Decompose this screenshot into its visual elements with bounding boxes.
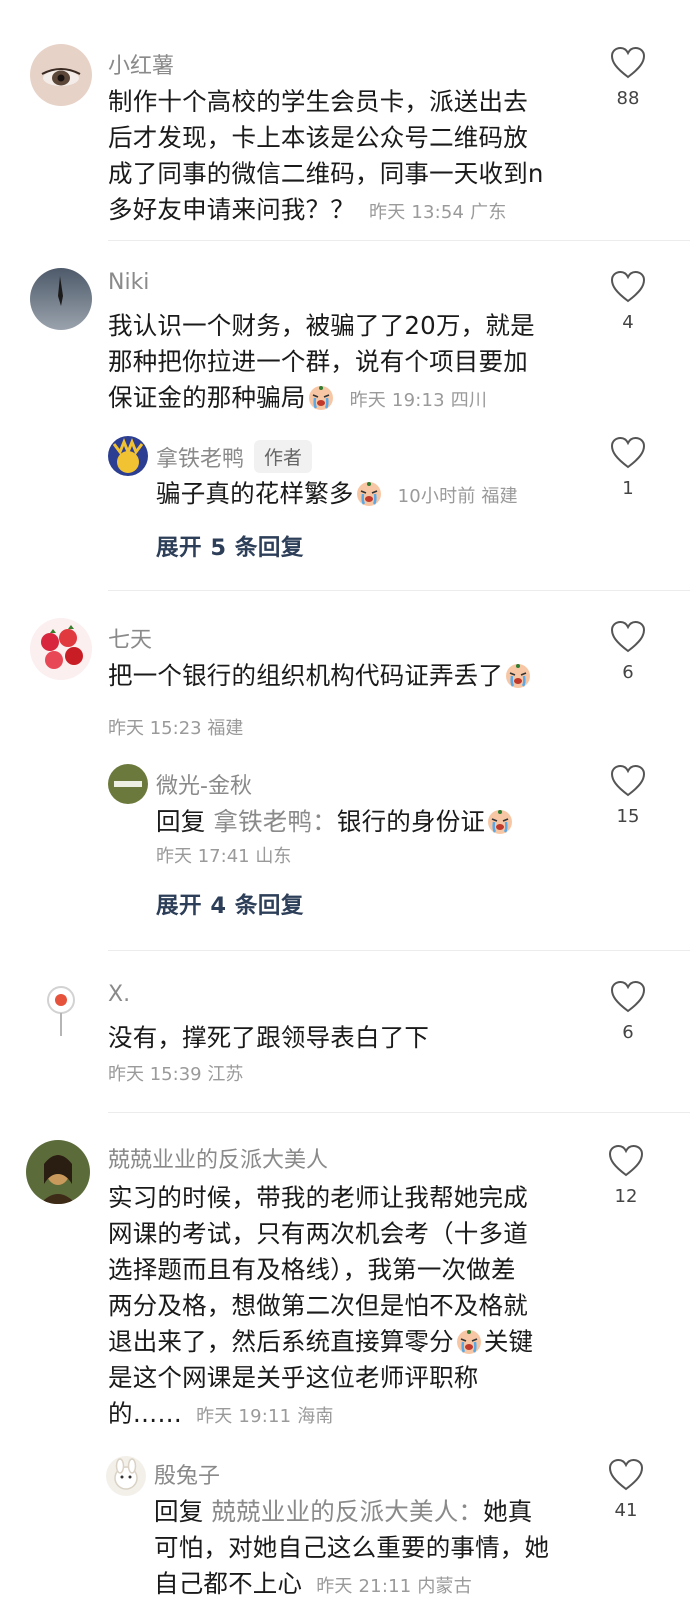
reply-avatar[interactable] [108,436,148,476]
comment-meta: 昨天 15:23 福建 [108,718,244,739]
like-count: 1 [622,478,634,499]
crying-face-icon [488,810,513,834]
reply-username[interactable]: 殷兔子 [154,1458,220,1490]
divider [108,240,690,241]
heart-outline-icon [610,764,646,797]
heart-outline-icon [610,980,646,1013]
divider [108,1112,690,1113]
comment-meta: 昨天 13:54 广东 [369,202,507,223]
reply-target[interactable]: 兢兢业业的反派大美人： [211,1497,483,1526]
crying-face-icon [356,482,381,506]
avatar[interactable] [30,268,92,330]
like-count: 41 [614,1500,638,1521]
like-button[interactable]: 15 [598,764,658,827]
reply-text: 回复 拿铁老鸭：银行的身份证 [156,804,515,840]
like-count: 15 [616,806,640,827]
comment-text: 没有，撑死了跟领导表白了下 [108,1023,430,1052]
comment-text: 把一个银行的组织机构代码证弄丢了 [108,658,533,694]
reply-avatar[interactable] [108,764,148,804]
like-button[interactable]: 6 [598,620,658,683]
crying-face-icon [308,386,333,410]
username[interactable]: Niki [108,270,149,295]
username[interactable]: 七天 [108,622,152,654]
like-button[interactable]: 4 [598,270,658,333]
author-badge: 作者 [254,440,313,473]
like-count: 6 [622,662,634,683]
expand-replies-button[interactable]: 展开 5 条回复 [156,530,304,562]
reply-text: 骗子真的花样繁多 10小时前 福建 [156,479,518,508]
reply-target[interactable]: 拿铁老鸭： [213,807,337,836]
heart-outline-icon [608,1458,644,1491]
username[interactable]: 小红薯 [108,48,174,80]
heart-outline-icon [610,436,646,469]
like-button[interactable]: 1 [598,436,658,499]
avatar[interactable] [26,1140,90,1204]
like-button[interactable]: 88 [598,46,658,109]
like-button[interactable]: 12 [596,1144,656,1207]
heart-outline-icon [610,46,646,79]
like-button[interactable]: 6 [598,980,658,1043]
comment-meta: 昨天 19:11 海南 [196,1406,334,1427]
like-count: 6 [622,1022,634,1043]
heart-outline-icon [610,270,646,303]
comment-text: 我认识一个财务，被骗了了20万，就是 那种把你拉进一个群，说有个项目要加 保证金… [108,311,535,412]
reply-username: 拿铁老鸭 作者 [156,440,313,473]
expand-replies-button[interactable]: 展开 4 条回复 [156,888,304,920]
comment-meta: 昨天 15:39 江苏 [108,1064,244,1085]
comments-page: 小红薯 制作十个高校的学生会员卡，派送出去 后才发现，卡上本该是公众号二维码放 … [0,0,690,1615]
reply-text: 回复 兢兢业业的反派大美人：她真 可怕，对她自己这么重要的事情，她 自己都不上心… [154,1497,550,1598]
avatar[interactable] [30,44,92,106]
divider [108,950,690,951]
username[interactable]: X. [108,982,130,1007]
reply-avatar[interactable] [106,1456,146,1496]
avatar[interactable] [30,618,92,680]
avatar[interactable] [30,978,92,1040]
reply-meta: 昨天 21:11 内蒙古 [316,1576,472,1597]
like-button[interactable]: 41 [596,1458,656,1521]
reply-username[interactable]: 微光-金秋 [156,768,252,800]
username[interactable]: 兢兢业业的反派大美人 [108,1142,328,1174]
comment-meta: 昨天 19:13 四川 [349,390,488,411]
comment-text: 实习的时候，带我的老师让我帮她完成 网课的考试，只有两次机会考（十多道 选择题而… [108,1183,534,1428]
comment-text: 制作十个高校的学生会员卡，派送出去 后才发现，卡上本该是公众号二维码放 成了同事… [108,87,544,224]
reply-meta: 10小时前 福建 [397,486,518,507]
crying-face-icon [506,664,531,688]
heart-outline-icon [608,1144,644,1177]
crying-face-icon [456,1330,481,1354]
divider [108,590,690,591]
heart-outline-icon [610,620,646,653]
like-count: 12 [614,1186,638,1207]
reply-meta: 昨天 17:41 山东 [156,846,292,867]
like-count: 88 [616,88,640,109]
like-count: 4 [622,312,634,333]
